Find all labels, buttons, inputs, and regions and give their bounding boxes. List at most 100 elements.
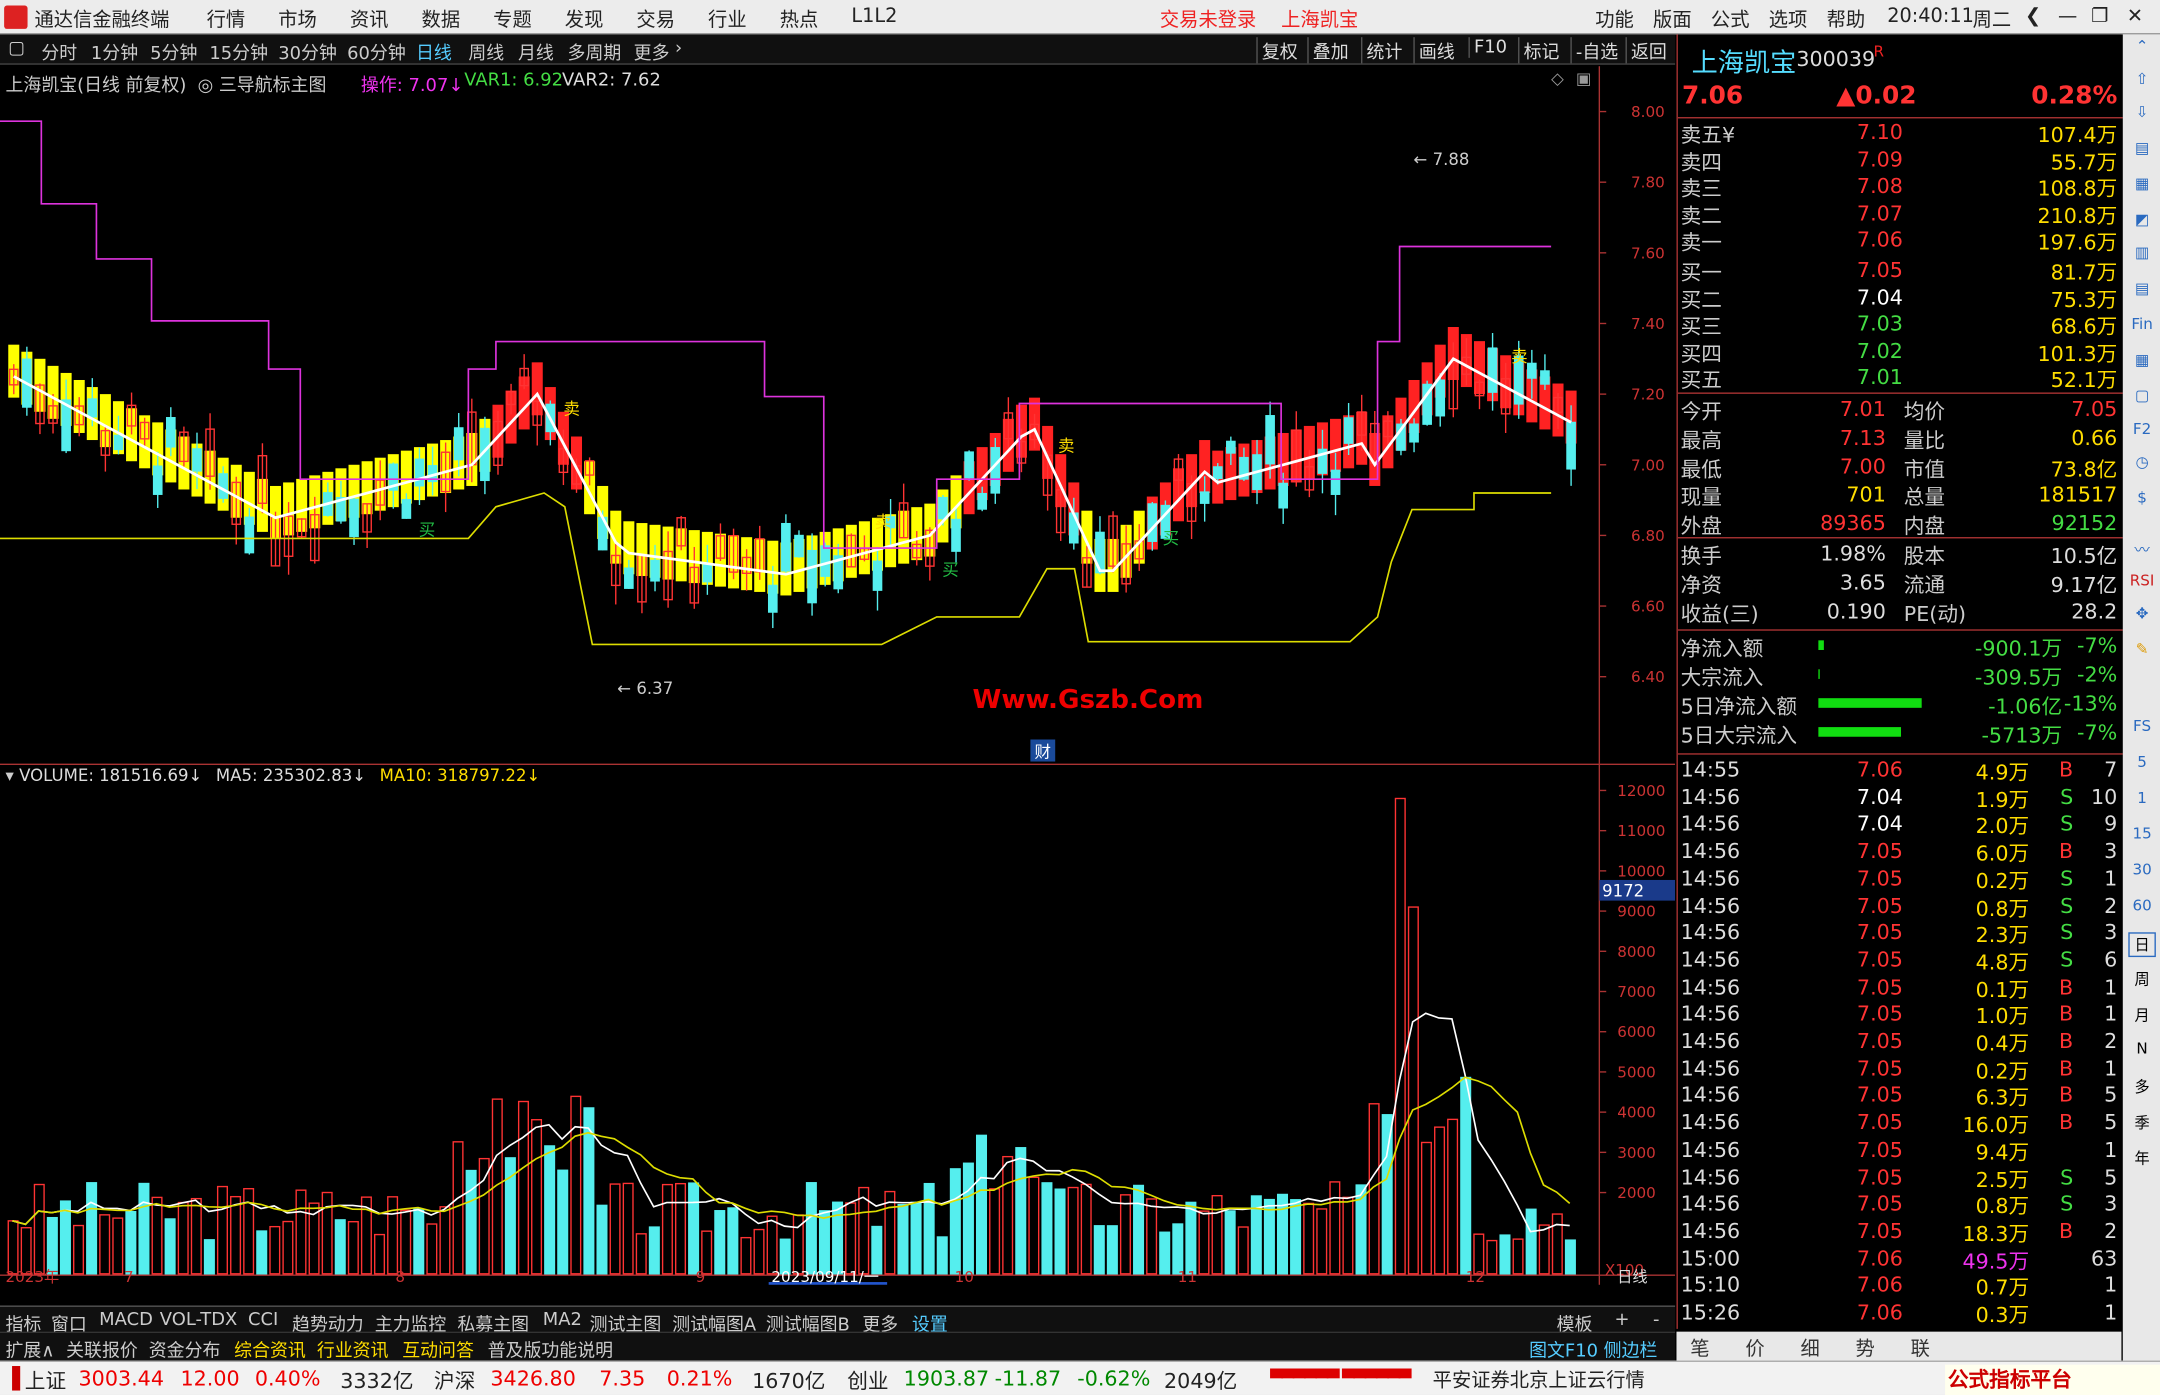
side-doc-icon[interactable]: ▤ <box>2128 139 2156 164</box>
side-period-1[interactable]: 1 <box>2128 789 2156 814</box>
side-period-week[interactable]: 周 <box>2128 968 2156 993</box>
period-more[interactable]: 更多 <box>634 39 670 65</box>
side-period-5[interactable]: 5 <box>2128 753 2156 778</box>
cai-badge-label[interactable]: 财 <box>1035 742 1052 761</box>
close-icon[interactable]: ✕ <box>2127 6 2143 28</box>
period-15min[interactable]: 15分钟 <box>209 39 268 65</box>
extension-tab[interactable]: 普及版功能说明 <box>488 1336 613 1362</box>
action-fanhui[interactable]: 返回 <box>1625 37 1671 64</box>
action-f10[interactable]: F10 <box>1468 37 1511 58</box>
menu-item-shuju[interactable]: 数据 <box>422 6 461 34</box>
bid-row[interactable]: 买二 7.04 75.3万 <box>1678 284 2123 312</box>
quote-tab[interactable]: 势 <box>1856 1334 1875 1362</box>
indicator-tab[interactable]: CCI <box>248 1310 278 1331</box>
extension-tab[interactable]: 扩展∧ <box>6 1336 55 1362</box>
side-period-30[interactable]: 30 <box>2128 861 2156 886</box>
volume-menu-icon[interactable]: ▾ <box>6 766 14 785</box>
side-list-icon[interactable]: ▤ <box>2128 280 2156 305</box>
panel-toggle-icon[interactable]: ▣ <box>1576 69 1592 88</box>
extension-tab[interactable]: 资金分布 <box>149 1336 221 1362</box>
bid-row[interactable]: 买五 7.01 52.1万 <box>1678 365 2123 393</box>
status-cy-label[interactable]: 创业 <box>847 1366 888 1395</box>
period-daily[interactable]: 日线 <box>416 39 452 65</box>
menu-item-redian[interactable]: 热点 <box>780 6 819 34</box>
period-weekly[interactable]: 周线 <box>468 39 504 65</box>
period-fenshi[interactable]: 分时 <box>41 39 77 65</box>
side-page-icon[interactable]: ▢ <box>2128 387 2156 412</box>
minimize-icon[interactable]: — <box>2058 6 2077 28</box>
chevron-right-icon[interactable]: › <box>675 39 682 60</box>
menu-item-hangqing[interactable]: 行情 <box>207 6 246 34</box>
side-period-60[interactable]: 60 <box>2128 896 2156 921</box>
bid-row[interactable]: 买一 7.05 81.7万 <box>1678 258 2123 286</box>
ask-row[interactable]: 卖四 7.09 55.7万 <box>1678 147 2123 175</box>
side-f2-icon[interactable]: F2 <box>2128 420 2156 445</box>
action-diejia[interactable]: 叠加 <box>1307 37 1352 64</box>
side-rsi-icon[interactable]: RSI <box>2128 571 2156 596</box>
side-chart-icon[interactable]: ◩ <box>2128 211 2156 236</box>
diamond-icon[interactable]: ◇ <box>1551 69 1564 88</box>
action-tongji[interactable]: 统计 <box>1361 37 1406 64</box>
side-period-n[interactable]: N <box>2128 1040 2156 1065</box>
bid-row[interactable]: 买三 7.03 68.6万 <box>1678 311 2123 339</box>
menu-item-banmian[interactable]: 版面 <box>1653 6 1692 34</box>
side-period-year[interactable]: 年 <box>2128 1147 2156 1172</box>
side-period-multi[interactable]: 多 <box>2128 1076 2156 1101</box>
ask-row[interactable]: 卖一 7.06 197.6万 <box>1678 228 2123 256</box>
quote-tab[interactable]: 联 <box>1911 1334 1930 1362</box>
side-arrow-up-icon[interactable]: ⇧ <box>2128 70 2156 95</box>
menu-item-jiaoyi[interactable]: 交易 <box>636 6 675 34</box>
quote-tab[interactable]: 价 <box>1745 1334 1764 1362</box>
extension-tab[interactable]: 关联报价 <box>66 1336 138 1362</box>
extension-tab[interactable]: 综合资讯 <box>234 1336 306 1362</box>
side-table-icon[interactable]: ▦ <box>2128 351 2156 376</box>
ask-row[interactable]: 卖二 7.07 210.8万 <box>1678 201 2123 229</box>
kline-chart-area[interactable]: 7.88 ← ← 6.37 Www.Gszb.Com 财 买 买 买 卖 卖 卖… <box>0 66 1676 1286</box>
indicator-tab[interactable]: VOL-TDX <box>160 1310 238 1331</box>
side-move-icon[interactable]: ✥ <box>2128 605 2156 630</box>
trade-login-status[interactable]: 交易未登录 <box>1160 6 1256 34</box>
status-sh-label[interactable]: 上证 <box>25 1366 66 1395</box>
side-period-day[interactable]: 日 <box>2128 932 2156 958</box>
action-fuquan[interactable]: 复权 <box>1256 37 1301 64</box>
period-30min[interactable]: 30分钟 <box>278 39 337 65</box>
indicator-tab[interactable]: MACD <box>99 1310 153 1331</box>
extension-tab[interactable]: 互动问答 <box>402 1336 474 1362</box>
side-up-icon[interactable]: ⌃ <box>2128 37 2156 62</box>
menu-item-l1l2[interactable]: L1L2 <box>851 6 897 28</box>
menu-item-faxian[interactable]: 发现 <box>565 6 604 34</box>
menu-item-shichang[interactable]: 市场 <box>278 6 317 34</box>
menu-item-gongneng[interactable]: 功能 <box>1595 6 1634 34</box>
ask-row[interactable]: 卖五¥ 7.10 107.4万 <box>1678 120 2123 148</box>
action-biaoji[interactable]: 标记 <box>1518 37 1563 64</box>
action-zixuan[interactable]: -自选 <box>1570 37 1622 64</box>
period-5min[interactable]: 5分钟 <box>150 39 197 65</box>
back-arrow-icon[interactable]: ❮ <box>2025 6 2041 28</box>
template-tab[interactable]: - <box>1653 1310 1659 1331</box>
side-period-quarter[interactable]: 季 <box>2128 1111 2156 1136</box>
template-tab[interactable]: + <box>1614 1310 1629 1331</box>
ask-row[interactable]: 卖三 7.08 108.8万 <box>1678 174 2123 202</box>
indicator-tab[interactable]: MA2 <box>543 1310 582 1331</box>
indicator-name[interactable]: 三导航标主图 <box>219 76 326 97</box>
quote-tab[interactable]: 笔 <box>1690 1334 1709 1362</box>
menu-item-zhuanti[interactable]: 专题 <box>493 6 532 34</box>
period-monthly[interactable]: 月线 <box>518 39 554 65</box>
bid-row[interactable]: 买四 7.02 101.3万 <box>1678 338 2123 366</box>
restore-icon[interactable]: ❐ <box>2091 6 2108 28</box>
period-multi[interactable]: 多周期 <box>568 39 622 65</box>
menu-item-zixun[interactable]: 资讯 <box>350 6 389 34</box>
side-grid-icon[interactable]: ▦ <box>2128 175 2156 200</box>
side-fin-icon[interactable]: Fin <box>2128 315 2156 340</box>
status-sz-label[interactable]: 沪深 <box>434 1366 475 1395</box>
side-dollar-icon[interactable]: $ <box>2128 489 2156 514</box>
toolbar-menu-icon[interactable]: ▢ <box>8 39 25 60</box>
side-pen-icon[interactable]: ✎ <box>2128 640 2156 665</box>
action-huaxian[interactable]: 画线 <box>1413 37 1458 64</box>
kline-chart-svg[interactable]: 7.88 ← ← 6.37 Www.Gszb.Com 财 买 买 买 卖 卖 卖… <box>0 66 1676 1286</box>
side-fs-icon[interactable]: FS <box>2128 717 2156 742</box>
period-1min[interactable]: 1分钟 <box>91 39 138 65</box>
side-period-month[interactable]: 月 <box>2128 1004 2156 1029</box>
side-clock-icon[interactable]: ◷ <box>2128 453 2156 478</box>
side-period-15[interactable]: 15 <box>2128 825 2156 850</box>
